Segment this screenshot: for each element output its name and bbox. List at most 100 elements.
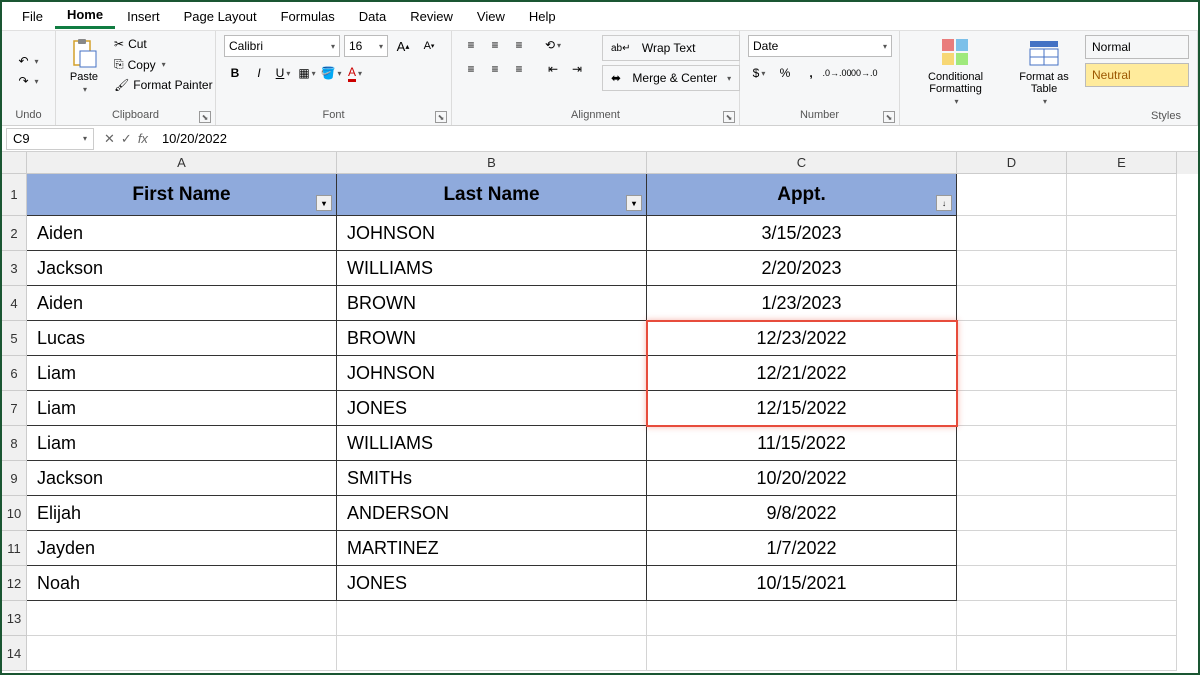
row-header-12[interactable]: 12	[2, 566, 27, 601]
row-header-7[interactable]: 7	[2, 391, 27, 426]
cell-B12[interactable]: JONES	[337, 566, 647, 601]
bold-button[interactable]: B	[224, 63, 246, 83]
align-center-button[interactable]: ≡	[484, 59, 506, 79]
row-header-6[interactable]: 6	[2, 356, 27, 391]
enter-formula-button[interactable]: ✓	[121, 131, 132, 147]
align-right-button[interactable]: ≡	[508, 59, 530, 79]
currency-button[interactable]: $▾	[748, 63, 770, 83]
cell-D11[interactable]	[957, 531, 1067, 566]
cell-B13[interactable]	[337, 601, 647, 636]
cell-E3[interactable]	[1067, 251, 1177, 286]
dialog-launcher-clipboard[interactable]: ⬊	[199, 111, 211, 123]
row-header-1[interactable]: 1	[2, 174, 27, 216]
col-header-E[interactable]: E	[1067, 152, 1177, 174]
cell-A2[interactable]: Aiden	[27, 216, 337, 251]
decrease-decimal-button[interactable]: .00→.0	[852, 63, 874, 83]
cell-E8[interactable]	[1067, 426, 1177, 461]
col-header-C[interactable]: C	[647, 152, 957, 174]
dialog-launcher-font[interactable]: ⬊	[435, 111, 447, 123]
cell-D4[interactable]	[957, 286, 1067, 321]
cell-E1[interactable]	[1067, 174, 1177, 216]
cell-D8[interactable]	[957, 426, 1067, 461]
cell-C7[interactable]: 12/15/2022	[647, 391, 957, 426]
cell-E9[interactable]	[1067, 461, 1177, 496]
cell-C14[interactable]	[647, 636, 957, 671]
cell-D14[interactable]	[957, 636, 1067, 671]
wrap-text-button[interactable]: ab↵ Wrap Text	[602, 35, 740, 61]
merge-center-button[interactable]: ⬌ Merge & Center▾	[602, 65, 740, 91]
cell-B1[interactable]: Last Name▾	[337, 174, 647, 216]
cell-C11[interactable]: 1/7/2022	[647, 531, 957, 566]
cell-D7[interactable]	[957, 391, 1067, 426]
cell-E14[interactable]	[1067, 636, 1177, 671]
cell-D5[interactable]	[957, 321, 1067, 356]
menu-file[interactable]: File	[10, 5, 55, 28]
style-normal[interactable]: Normal	[1085, 35, 1189, 59]
cell-D10[interactable]	[957, 496, 1067, 531]
cell-A14[interactable]	[27, 636, 337, 671]
cell-A13[interactable]	[27, 601, 337, 636]
row-header-3[interactable]: 3	[2, 251, 27, 286]
col-header-B[interactable]: B	[337, 152, 647, 174]
cell-C1[interactable]: Appt.↓	[647, 174, 957, 216]
dialog-launcher-number[interactable]: ⬊	[883, 111, 895, 123]
row-header-11[interactable]: 11	[2, 531, 27, 566]
cell-E10[interactable]	[1067, 496, 1177, 531]
align-middle-button[interactable]: ≡	[484, 35, 506, 55]
filter-button[interactable]: ▾	[626, 195, 642, 211]
row-header-13[interactable]: 13	[2, 601, 27, 636]
cell-E6[interactable]	[1067, 356, 1177, 391]
conditional-formatting-button[interactable]: Conditional Formatting▾	[908, 35, 1003, 108]
font-size-combo[interactable]: 16▾	[344, 35, 388, 57]
fx-button[interactable]: fx	[138, 131, 148, 146]
comma-button[interactable]: ,	[800, 63, 822, 83]
style-neutral[interactable]: Neutral	[1085, 63, 1189, 87]
name-box[interactable]: C9▾	[6, 128, 94, 150]
cell-E4[interactable]	[1067, 286, 1177, 321]
cell-C8[interactable]: 11/15/2022	[647, 426, 957, 461]
col-header-D[interactable]: D	[957, 152, 1067, 174]
cell-D1[interactable]	[957, 174, 1067, 216]
font-name-combo[interactable]: Calibri▾	[224, 35, 340, 57]
cell-B4[interactable]: BROWN	[337, 286, 647, 321]
redo-button[interactable]: ↷▾	[14, 72, 42, 90]
increase-decimal-button[interactable]: .0→.00	[826, 63, 848, 83]
cell-B9[interactable]: SMITHs	[337, 461, 647, 496]
cell-A8[interactable]: Liam	[27, 426, 337, 461]
cell-B6[interactable]: JOHNSON	[337, 356, 647, 391]
cell-E13[interactable]	[1067, 601, 1177, 636]
cell-A4[interactable]: Aiden	[27, 286, 337, 321]
row-header-4[interactable]: 4	[2, 286, 27, 321]
cell-D3[interactable]	[957, 251, 1067, 286]
formula-input[interactable]: 10/20/2022	[154, 131, 1198, 146]
cell-C5[interactable]: 12/23/2022	[647, 321, 957, 356]
cell-C3[interactable]: 2/20/2023	[647, 251, 957, 286]
cell-B5[interactable]: BROWN	[337, 321, 647, 356]
cell-B3[interactable]: WILLIAMS	[337, 251, 647, 286]
dialog-launcher-alignment[interactable]: ⬊	[723, 111, 735, 123]
menu-view[interactable]: View	[465, 5, 517, 28]
format-painter-button[interactable]: 🖌Format Painter	[110, 76, 217, 94]
underline-button[interactable]: U▾	[272, 63, 294, 83]
cell-B14[interactable]	[337, 636, 647, 671]
increase-indent-button[interactable]: ⇥	[566, 59, 588, 79]
font-color-button[interactable]: A▾	[344, 63, 366, 83]
row-header-2[interactable]: 2	[2, 216, 27, 251]
filter-button[interactable]: ↓	[936, 195, 952, 211]
menu-review[interactable]: Review	[398, 5, 465, 28]
cell-A11[interactable]: Jayden	[27, 531, 337, 566]
filter-button[interactable]: ▾	[316, 195, 332, 211]
menu-data[interactable]: Data	[347, 5, 398, 28]
row-header-10[interactable]: 10	[2, 496, 27, 531]
cell-C6[interactable]: 12/21/2022	[647, 356, 957, 391]
undo-button[interactable]: ↶▾	[14, 52, 42, 70]
increase-font-button[interactable]: A▴	[392, 36, 414, 56]
menu-formulas[interactable]: Formulas	[269, 5, 347, 28]
cell-C2[interactable]: 3/15/2023	[647, 216, 957, 251]
cell-E11[interactable]	[1067, 531, 1177, 566]
cell-D9[interactable]	[957, 461, 1067, 496]
cell-C9[interactable]: 10/20/2022	[647, 461, 957, 496]
cell-C10[interactable]: 9/8/2022	[647, 496, 957, 531]
decrease-font-button[interactable]: A▾	[418, 36, 440, 56]
cell-C4[interactable]: 1/23/2023	[647, 286, 957, 321]
